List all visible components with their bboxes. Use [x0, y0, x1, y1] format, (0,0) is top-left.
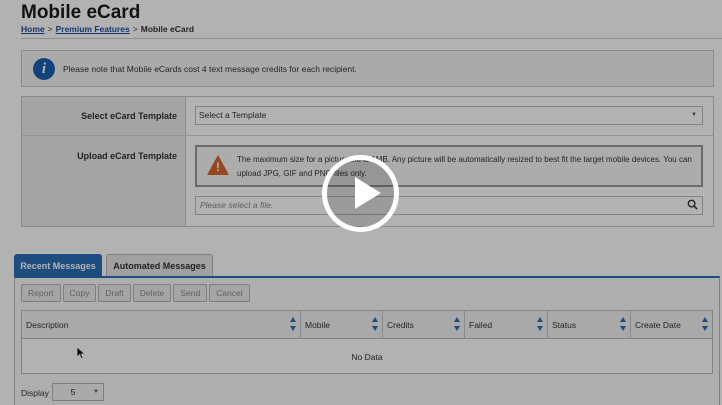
page-title: Mobile eCard: [21, 2, 141, 23]
search-icon[interactable]: [687, 199, 698, 210]
upload-warning: ! The maximum size for a picture file is…: [195, 145, 703, 187]
display-count-value: 5: [70, 387, 76, 397]
breadcrumb-home-link[interactable]: Home: [21, 24, 45, 34]
table-header: Description Mobile Credits Failed Status: [22, 311, 712, 339]
breadcrumb-premium-link[interactable]: Premium Features: [56, 24, 130, 34]
sort-icon[interactable]: [454, 317, 460, 333]
column-header-mobile[interactable]: Mobile: [301, 311, 383, 339]
warning-icon-mark: !: [216, 160, 220, 174]
no-data-message: No Data: [351, 352, 383, 362]
tab-automated-messages[interactable]: Automated Messages: [106, 254, 213, 276]
template-label: Select eCard Template: [81, 111, 177, 121]
form-row-divider: [22, 135, 713, 136]
info-text: Please note that Mobile eCards cost 4 te…: [63, 64, 357, 74]
breadcrumb-separator: >: [132, 24, 138, 34]
form-label-column: Select eCard Template Upload eCard Templ…: [22, 97, 186, 226]
header-divider: [21, 38, 722, 39]
sort-icon[interactable]: [290, 317, 296, 333]
column-header-failed[interactable]: Failed: [465, 311, 548, 339]
column-header-label: Failed: [469, 320, 493, 330]
column-header-status[interactable]: Status: [548, 311, 631, 339]
send-button[interactable]: Send: [173, 284, 208, 302]
page: Mobile eCard Home > Premium Features > Mobil…: [0, 0, 722, 405]
file-input[interactable]: Please select a file.: [195, 196, 703, 215]
upload-label: Upload eCard Template: [77, 151, 177, 161]
template-select[interactable]: Select a Template ▼: [195, 106, 703, 125]
breadcrumb: Home > Premium Features > Mobile eCard: [21, 24, 194, 34]
draft-button[interactable]: Draft: [98, 284, 131, 302]
info-banner: i Please note that Mobile eCards cost 4 …: [21, 50, 714, 87]
messages-toolbar: Report Copy Draft Delete Send Cancel: [21, 284, 252, 302]
sort-icon[interactable]: [537, 317, 543, 333]
messages-panel: Report Copy Draft Delete Send Cancel Descript…: [14, 276, 720, 405]
breadcrumb-current: Mobile eCard: [140, 24, 195, 34]
delete-button[interactable]: Delete: [132, 284, 172, 302]
copy-button[interactable]: Copy: [62, 284, 97, 302]
template-select-value: Select a Template: [199, 110, 267, 120]
column-header-label: Credits: [387, 320, 414, 330]
info-icon: i: [33, 58, 55, 80]
sort-icon[interactable]: [620, 317, 626, 333]
messages-table: Description Mobile Credits Failed Status: [21, 310, 713, 374]
sort-icon[interactable]: [702, 317, 708, 333]
mouse-cursor-icon: [76, 346, 86, 360]
column-header-description[interactable]: Description: [22, 311, 301, 339]
display-label: Display: [21, 388, 49, 398]
column-header-create-date[interactable]: Create Date: [631, 311, 712, 339]
sort-icon[interactable]: [372, 317, 378, 333]
tab-recent-messages[interactable]: Recent Messages: [14, 254, 102, 276]
play-icon: [355, 177, 381, 209]
play-button[interactable]: [322, 155, 399, 232]
column-header-credits[interactable]: Credits: [383, 311, 465, 339]
file-input-placeholder: Please select a file.: [200, 200, 274, 210]
column-header-label: Status: [552, 320, 577, 330]
warning-text: The maximum size for a picture file is 1…: [237, 155, 692, 178]
display-count-select[interactable]: 5 ▼: [52, 383, 104, 401]
chevron-down-icon: ▼: [691, 112, 697, 118]
breadcrumb-separator: >: [47, 24, 53, 34]
column-header-label: Description: [26, 320, 69, 330]
column-header-label: Create Date: [635, 320, 681, 330]
column-header-label: Mobile: [305, 320, 331, 330]
chevron-down-icon: ▼: [93, 389, 99, 395]
report-button[interactable]: Report: [21, 284, 61, 302]
cancel-button[interactable]: Cancel: [209, 284, 250, 302]
